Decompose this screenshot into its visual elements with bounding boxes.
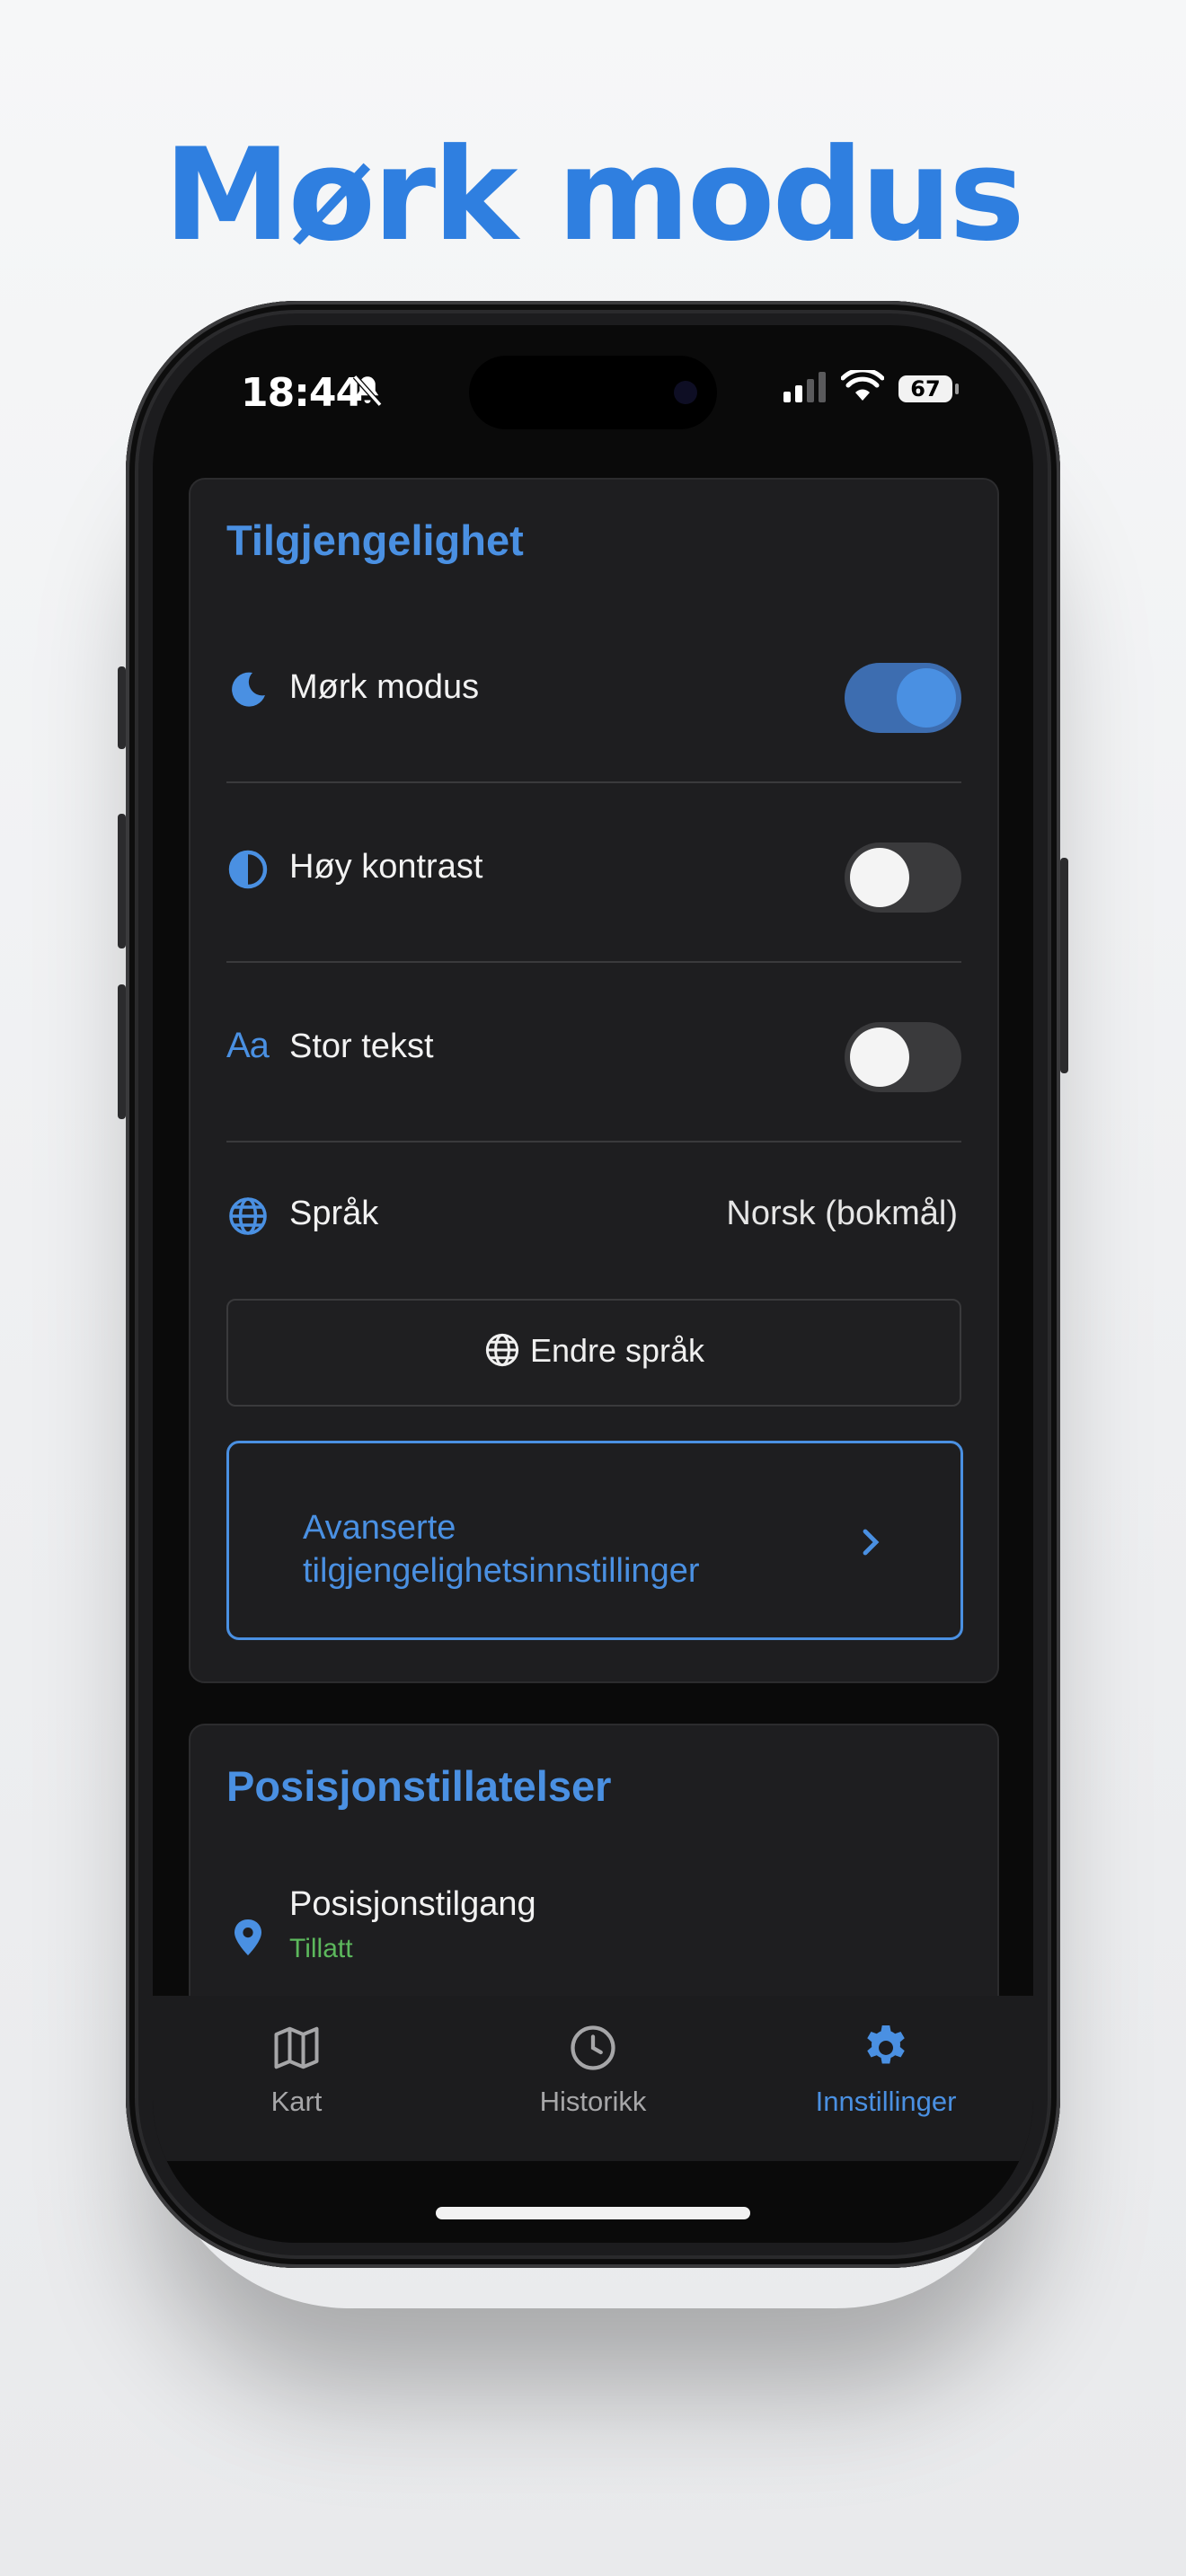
- tab-history-label: Historikk: [539, 2086, 647, 2117]
- chevron-right-icon: [858, 1526, 883, 1563]
- battery-level: 67: [898, 375, 952, 402]
- silent-bell-icon: [349, 372, 386, 414]
- side-button-volume-down: [118, 984, 126, 1119]
- high-contrast-label: Høy kontrast: [289, 848, 483, 886]
- toggle-knob: [850, 1028, 909, 1087]
- globe-icon: [483, 1331, 521, 1377]
- contrast-icon: [226, 848, 270, 891]
- tab-map-label: Kart: [270, 2086, 323, 2117]
- accessibility-title: Tilgjengelighet: [226, 516, 524, 564]
- dark-mode-toggle[interactable]: [845, 663, 961, 733]
- globe-icon: [226, 1195, 270, 1238]
- location-access-status: Tillatt: [289, 1934, 353, 1963]
- change-language-content: Endre språk: [228, 1331, 960, 1377]
- side-button-action: [118, 666, 126, 749]
- large-text-row: Aa Stor tekst: [226, 1002, 961, 1092]
- permissions-title: Posisjonstillatelser: [226, 1762, 612, 1810]
- change-language-label: Endre språk: [529, 1332, 705, 1369]
- tab-history[interactable]: Historikk: [485, 1996, 701, 2161]
- tab-settings-label: Innstillinger: [815, 2086, 957, 2117]
- home-indicator[interactable]: [436, 2207, 750, 2219]
- toggle-knob: [850, 848, 909, 907]
- status-bar: 18:44 67: [153, 325, 1033, 460]
- tab-map[interactable]: Kart: [189, 1996, 404, 2161]
- dark-mode-label: Mørk modus: [289, 668, 480, 706]
- side-button-volume-up: [118, 814, 126, 948]
- location-access-row[interactable]: Posisjonstilgang Tillatt: [226, 1876, 961, 1984]
- text-size-icon: Aa: [226, 1026, 270, 1065]
- front-camera: [674, 381, 697, 404]
- accessibility-card: Tilgjengelighet Mørk modus Høy kontrast …: [189, 478, 999, 1683]
- status-time: 18:44: [241, 370, 363, 416]
- tab-bar: Kart Historikk Innstillinger: [153, 1996, 1033, 2161]
- dark-mode-row: Mørk modus: [226, 643, 961, 733]
- language-label: Språk: [289, 1195, 379, 1232]
- wifi-icon: [840, 367, 885, 407]
- cellular-signal-icon: [783, 372, 828, 407]
- language-row: Språk Norsk (bokmål): [226, 1169, 961, 1259]
- dynamic-island: [469, 356, 717, 429]
- divider: [226, 1141, 961, 1142]
- clock-icon: [566, 2021, 620, 2079]
- high-contrast-toggle[interactable]: [845, 842, 961, 913]
- moon-icon: [226, 668, 270, 711]
- high-contrast-row: Høy kontrast: [226, 823, 961, 913]
- location-access-label: Posisjonstilgang: [289, 1885, 536, 1923]
- gear-icon: [859, 2021, 913, 2079]
- phone-screen: 18:44 67 Tilgjengelighet Mørk modus Høy …: [153, 325, 1033, 2243]
- divider: [226, 781, 961, 783]
- battery-tip: [955, 384, 959, 394]
- divider: [226, 961, 961, 963]
- large-text-toggle[interactable]: [845, 1022, 961, 1092]
- change-language-button[interactable]: Endre språk: [226, 1299, 961, 1407]
- advanced-label-line-1: Avanserte: [303, 1509, 456, 1547]
- language-value: Norsk (bokmål): [726, 1195, 958, 1232]
- advanced-accessibility-label: Avanserte tilgjengelighetsinnstillinger: [303, 1506, 878, 1592]
- toggle-knob: [897, 668, 956, 728]
- large-text-label: Stor tekst: [289, 1028, 434, 1065]
- location-pin-icon: [226, 1916, 270, 1959]
- map-icon: [270, 2021, 323, 2079]
- page-headline: Mørk modus: [164, 121, 1025, 269]
- side-button-power: [1060, 858, 1068, 1073]
- tab-settings[interactable]: Innstillinger: [778, 1996, 994, 2161]
- advanced-accessibility-button[interactable]: Avanserte tilgjengelighetsinnstillinger: [226, 1441, 963, 1640]
- advanced-label-line-2: tilgjengelighetsinnstillinger: [303, 1552, 700, 1590]
